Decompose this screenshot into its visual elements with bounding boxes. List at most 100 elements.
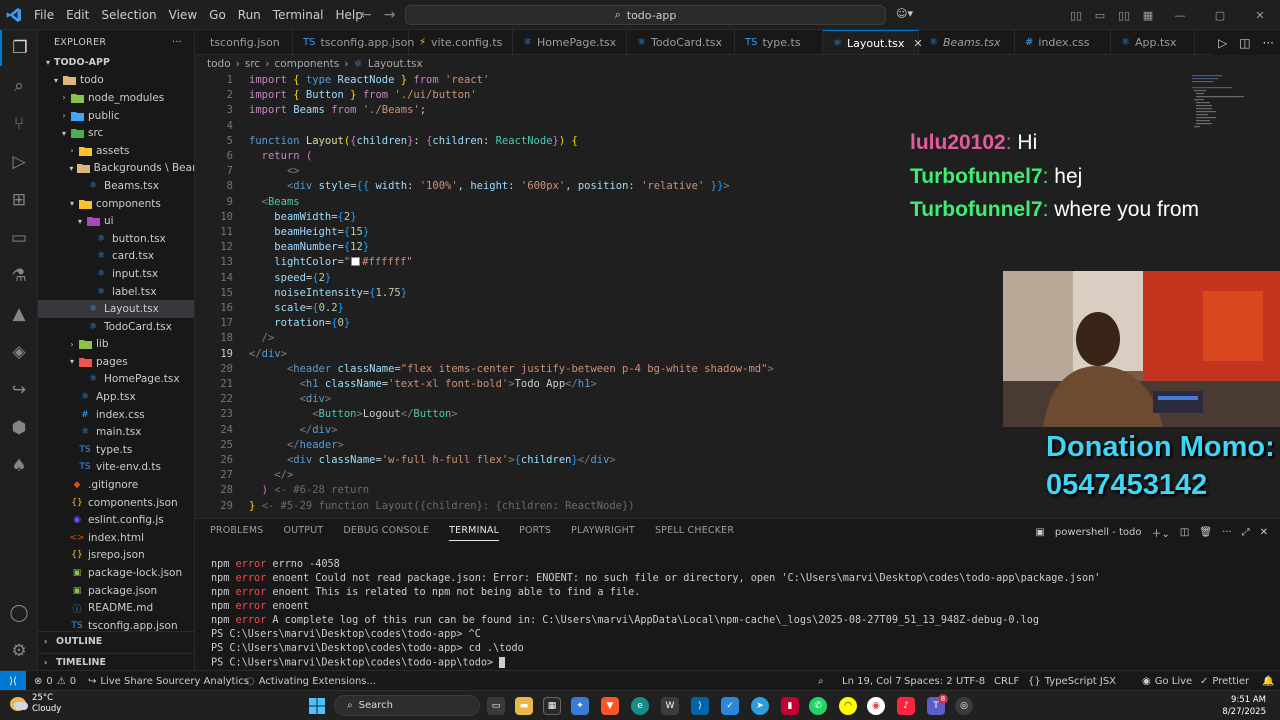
edge-browser-icon[interactable]: e xyxy=(631,697,649,715)
code-line[interactable]: import Beams from './Beams'; xyxy=(249,104,426,116)
code-line[interactable]: scale={0.2} xyxy=(249,302,344,314)
menu-item-go[interactable]: Go xyxy=(203,0,232,30)
folder-item[interactable]: › lib xyxy=(38,336,194,354)
indentation[interactable]: Spaces: 2 xyxy=(904,671,953,691)
testing-icon[interactable]: ⚗ xyxy=(0,258,38,294)
minimize-icon[interactable]: — xyxy=(1160,9,1200,22)
vscode-logo-icon[interactable] xyxy=(0,0,28,30)
editor-tab[interactable]: ⚛ App.tsx xyxy=(1111,30,1195,54)
extensions-icon[interactable]: ⊞ xyxy=(0,182,38,218)
code-line[interactable]: </header> xyxy=(249,439,344,451)
code-line[interactable]: import { type ReactNode } from 'react' xyxy=(249,74,489,86)
folder-item[interactable]: ▾ components xyxy=(38,195,194,213)
music-icon[interactable]: ♪ xyxy=(897,697,915,715)
menu-item-file[interactable]: File xyxy=(28,0,60,30)
more-actions-icon[interactable]: ··· xyxy=(1263,36,1274,50)
outline-section[interactable]: › OUTLINE xyxy=(38,631,194,651)
folder-item[interactable]: ▾ pages xyxy=(38,353,194,371)
code-line[interactable]: <div className='w-full h-full flex'>{chi… xyxy=(249,454,616,466)
menu-item-run[interactable]: Run xyxy=(232,0,267,30)
mongodb-leaf-icon[interactable]: ♠ xyxy=(0,448,38,484)
packages-icon[interactable]: ◈ xyxy=(0,334,38,370)
code-line[interactable]: lightColor=" #ffffff" xyxy=(249,256,412,268)
system-clock[interactable]: 9:51 AM 8/27/2025 xyxy=(1222,694,1266,718)
forward-arrow-icon[interactable]: → xyxy=(384,7,396,23)
more-actions-icon[interactable]: ··· xyxy=(172,37,182,48)
code-line[interactable]: <div> xyxy=(249,393,332,405)
code-line[interactable]: beamWidth={2} xyxy=(249,211,356,223)
folder-item[interactable]: ▾ Backgrounds \ Beams xyxy=(38,160,194,178)
code-line[interactable]: return ( xyxy=(249,150,313,162)
code-line[interactable]: </div> xyxy=(249,348,287,360)
panel-tab-debug-console[interactable]: DEBUG CONSOLE xyxy=(343,525,429,541)
language-mode[interactable]: {} TypeScript JSX xyxy=(1028,671,1116,691)
prettier-status[interactable]: ✓ Prettier xyxy=(1200,671,1249,691)
split-terminal-icon[interactable]: ◫ xyxy=(1180,527,1189,538)
accounts-icon[interactable]: ◯ xyxy=(0,595,38,631)
trash-icon[interactable]: 🗑 xyxy=(1199,527,1212,538)
file-item[interactable]: ⚛ input.tsx xyxy=(38,265,194,283)
file-explorer-icon[interactable]: ▬ xyxy=(515,697,533,715)
menu-item-edit[interactable]: Edit xyxy=(60,0,95,30)
code-line[interactable]: import { Button } from './ui/button' xyxy=(249,89,477,101)
snapchat-icon[interactable]: ◠ xyxy=(839,697,857,715)
breadcrumb-item[interactable]: components xyxy=(274,58,339,70)
source-control-icon[interactable]: ⑂ xyxy=(0,106,38,142)
code-line[interactable]: function Layout({children}: {children: R… xyxy=(249,135,578,147)
sourcery-status[interactable]: Sourcery Analytics xyxy=(156,671,249,691)
panel-tab-spell-checker[interactable]: SPELL CHECKER xyxy=(655,525,734,541)
word-icon[interactable]: W xyxy=(661,697,679,715)
file-item[interactable]: <> index.html xyxy=(38,529,194,547)
code-line[interactable]: speed={2} xyxy=(249,272,331,284)
toggle-sidebar-icon[interactable]: ▯▯ xyxy=(1064,9,1088,22)
task-view-icon[interactable]: ▭ xyxy=(487,697,505,715)
todo-app-icon[interactable]: ✓ xyxy=(721,697,739,715)
code-line[interactable]: <h1 className='text-xl font-bold'>Todo A… xyxy=(249,378,597,390)
back-arrow-icon[interactable]: ← xyxy=(360,7,372,23)
code-line[interactable]: <Beams xyxy=(249,196,300,208)
code-line[interactable]: <header className="flex items-center jus… xyxy=(249,363,774,375)
vscode-taskbar-icon[interactable]: ⟩ xyxy=(691,697,709,715)
file-item[interactable]: # index.css xyxy=(38,406,194,424)
more-actions-icon[interactable]: ··· xyxy=(1222,527,1232,538)
obs-icon[interactable]: ◎ xyxy=(955,697,973,715)
color-swatch[interactable] xyxy=(351,257,361,267)
code-line[interactable]: } <- #5-29 function Layout({children}: {… xyxy=(249,500,635,512)
file-item[interactable]: ◆ .gitignore xyxy=(38,476,194,494)
menu-item-selection[interactable]: Selection xyxy=(95,0,162,30)
red-app-icon[interactable]: ▮ xyxy=(781,697,799,715)
folder-item[interactable]: › node_modules xyxy=(38,89,194,107)
command-center[interactable]: ⌕ todo-app xyxy=(405,5,886,25)
editor-tab[interactable]: TS type.ts xyxy=(735,30,823,54)
menu-item-terminal[interactable]: Terminal xyxy=(267,0,330,30)
settings-gear-icon[interactable]: ⚙ xyxy=(0,633,38,669)
breadcrumb-item[interactable]: todo xyxy=(207,58,231,70)
telegram-icon[interactable]: ➤ xyxy=(751,697,769,715)
file-item[interactable]: ▣ package-lock.json xyxy=(38,564,194,582)
editor-tab[interactable]: ⚡ vite.config.ts xyxy=(409,30,513,54)
store-icon[interactable]: ▦ xyxy=(543,697,561,715)
split-editor-icon[interactable]: ◫ xyxy=(1239,36,1250,50)
code-line[interactable]: </div> xyxy=(249,424,338,436)
encoding[interactable]: UTF-8 xyxy=(956,671,985,691)
panel-tab-output[interactable]: OUTPUT xyxy=(283,525,323,541)
file-item[interactable]: TS type.ts xyxy=(38,441,194,459)
code-line[interactable]: ) <- #6-28 return xyxy=(249,484,369,496)
minimap[interactable] xyxy=(1190,73,1270,133)
deploy-icon[interactable]: ▲ xyxy=(0,296,38,332)
breadcrumb-item[interactable]: Layout.tsx xyxy=(368,58,423,70)
file-item[interactable]: ⚛ HomePage.tsx xyxy=(38,371,194,389)
code-line[interactable]: /> xyxy=(249,332,275,344)
live-share-icon[interactable]: ↪ xyxy=(0,372,38,408)
file-item[interactable]: ⓘ README.md xyxy=(38,599,194,617)
live-share-status[interactable]: ↪ Live Share xyxy=(88,671,153,691)
chrome-icon[interactable]: ◉ xyxy=(867,697,885,715)
editor-tab[interactable]: TS tsconfig.app.json xyxy=(293,30,414,54)
folder-item[interactable]: ▾ todo xyxy=(38,72,194,90)
timeline-section[interactable]: › TIMELINE xyxy=(38,653,194,670)
code-line[interactable]: </> xyxy=(249,469,293,481)
go-live-button[interactable]: ◉ Go Live xyxy=(1142,671,1192,691)
run-debug-icon[interactable]: ▷ xyxy=(0,144,38,180)
editor-tab[interactable]: ⚛ Layout.tsx ✕ xyxy=(823,30,923,54)
weather-widget[interactable]: 25°C Cloudy xyxy=(10,693,61,715)
